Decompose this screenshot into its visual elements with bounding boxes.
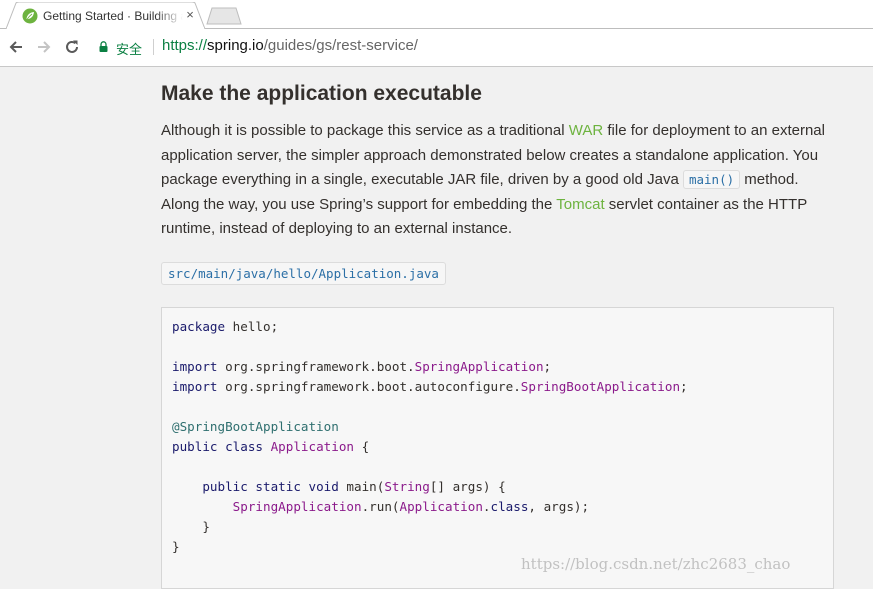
back-arrow-icon[interactable] (7, 38, 25, 56)
code-type: SpringApplication (232, 499, 362, 514)
spring-leaf-icon (22, 8, 38, 24)
browser-toolbar: 安全 https://spring.io/guides/gs/rest-serv… (0, 29, 873, 67)
code-block: package hello; import org.springframewor… (161, 307, 834, 589)
code-text: } (172, 539, 180, 554)
code-keyword: public class (172, 439, 263, 454)
section-heading: Make the application executable (161, 82, 482, 105)
inline-code-main: main() (682, 170, 741, 189)
secure-label: 安全 (116, 42, 143, 57)
code-keyword: class (490, 499, 529, 514)
code-type: SpringBootApplication (520, 379, 681, 394)
code-line: import org.springframework.boot.SpringAp… (172, 357, 551, 377)
code-line: public static void main(String[] args) { (172, 477, 506, 497)
code-line: public class Application { (172, 437, 369, 457)
war-link[interactable]: WAR (569, 122, 603, 139)
source-filename: src/main/java/hello/Application.java (161, 262, 446, 285)
url-host: spring.io (207, 37, 264, 54)
tab-strip: Getting Started · Building a RESTful Web… (0, 0, 873, 30)
code-text: org.springframework.boot. (217, 359, 415, 374)
code-text: hello; (225, 319, 279, 334)
address-bar[interactable]: 安全 https://spring.io/guides/gs/rest-serv… (91, 33, 873, 61)
code-text: . (482, 499, 491, 514)
url-text[interactable]: https://spring.io/guides/gs/rest-service… (162, 37, 418, 54)
browser-tab-active[interactable]: Getting Started · Building a RESTful Web… (6, 2, 206, 29)
reload-icon[interactable] (63, 38, 81, 56)
code-text: ; (543, 359, 552, 374)
code-type: SpringApplication (414, 359, 544, 374)
watermark: https://blog.csdn.net/zhc2683_chao (521, 555, 791, 573)
code-text: ; (680, 379, 688, 394)
code-line: package hello; (172, 317, 278, 337)
code-type: Application (399, 499, 483, 514)
code-line: import org.springframework.boot.autoconf… (172, 377, 688, 397)
code-text: main( (338, 479, 385, 494)
paragraph-text: Although it is possible to package this … (161, 122, 569, 139)
code-line: @SpringBootApplication (172, 417, 339, 437)
code-keyword: import (172, 379, 218, 394)
code-type: String (384, 479, 430, 494)
lock-icon (99, 41, 108, 52)
url-scheme: https:// (162, 37, 208, 54)
code-text: , args); (528, 499, 590, 514)
url-path: /guides/gs/rest-service/ (263, 37, 418, 54)
new-tab-button[interactable] (205, 7, 243, 25)
tomcat-link[interactable]: Tomcat (556, 196, 604, 213)
code-line: SpringApplication.run(Application.class,… (172, 497, 589, 517)
code-keyword: public static void (202, 479, 339, 494)
page-content: Make the application executable Although… (0, 67, 873, 589)
code-keyword: package (172, 319, 226, 334)
forward-arrow-icon[interactable] (35, 38, 53, 56)
code-text: [] args) { (429, 479, 506, 494)
address-divider (153, 39, 154, 55)
code-line: } (172, 517, 210, 537)
code-text: org.springframework.boot.autoconfigure. (217, 379, 521, 394)
section-paragraph: Although it is possible to package this … (161, 119, 831, 242)
code-text: } (172, 519, 210, 534)
code-type: Application (263, 439, 354, 454)
code-line: } (172, 537, 180, 557)
code-keyword: import (172, 359, 218, 374)
code-annotation: @SpringBootApplication (172, 419, 339, 434)
close-icon[interactable]: × (182, 6, 198, 24)
code-text: { (354, 439, 370, 454)
tab-title: Getting Started · Building a RESTful Web… (43, 9, 183, 23)
code-text: .run( (361, 499, 400, 514)
